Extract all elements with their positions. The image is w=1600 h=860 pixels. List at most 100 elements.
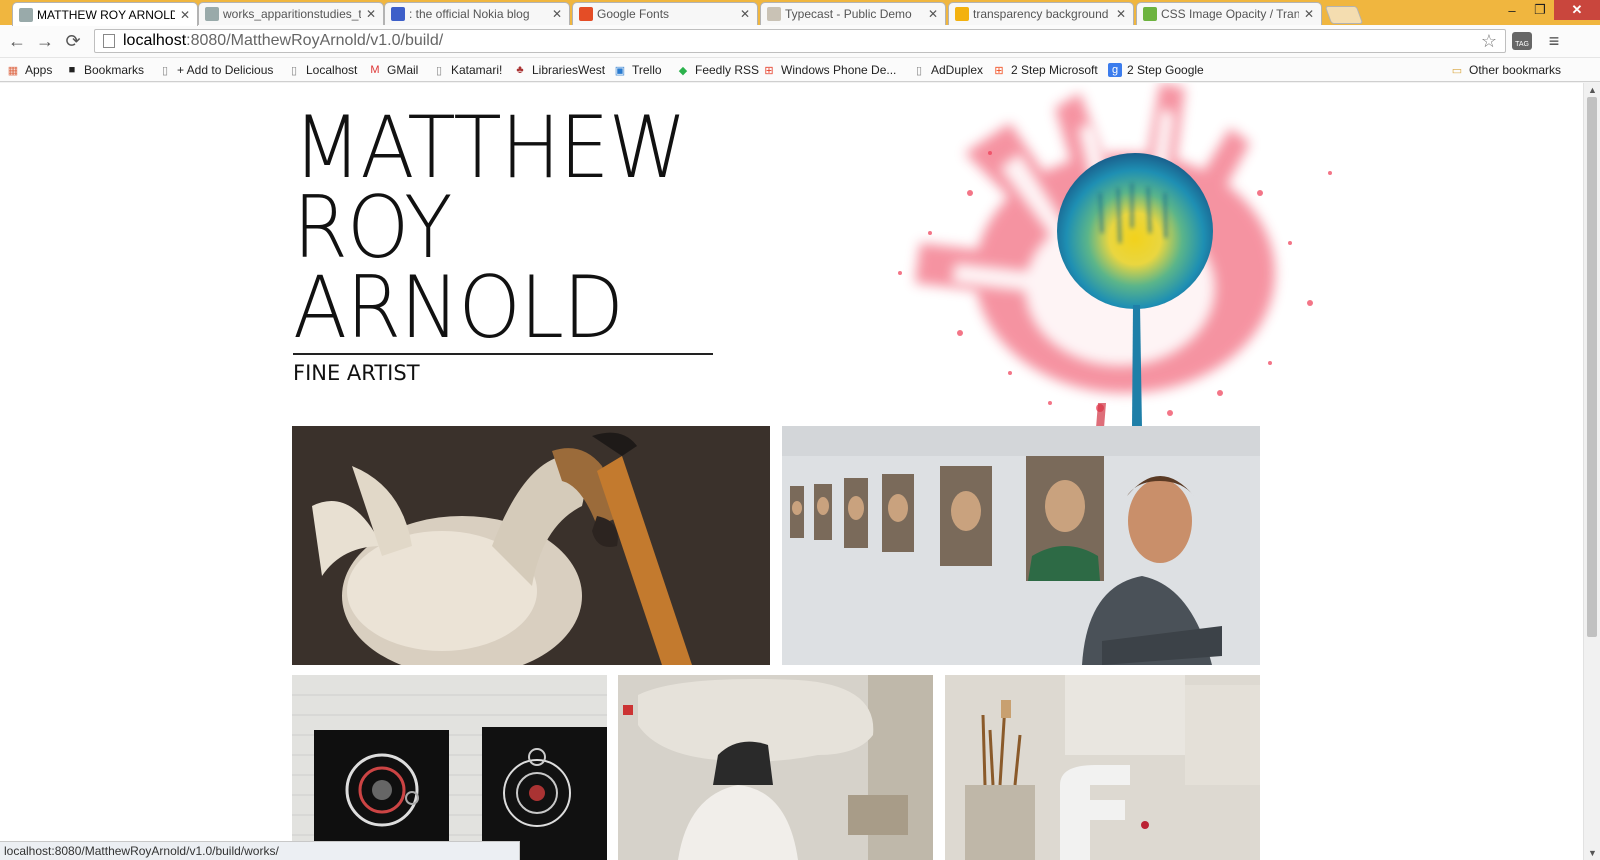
typecast-icon [767,7,781,21]
back-button[interactable]: ← [6,30,28,52]
bookmark-label: Trello [632,63,662,77]
bookmark-label: + Add to Delicious [177,63,274,77]
scroll-down-arrow-icon[interactable]: ▼ [1588,848,1597,858]
browser-toolbar: ← → ⟳ localhost:8080/MatthewRoyArnold/v1… [0,25,1600,58]
w3schools-icon [1143,7,1157,21]
bookmark-label: Windows Phone De... [781,63,897,77]
tab-close-icon[interactable]: ✕ [739,7,751,21]
new-tab-button[interactable] [1324,6,1364,24]
tab-title: : the official Nokia blog [409,7,530,21]
forward-button[interactable]: → [34,30,56,52]
plaster-cast-image[interactable] [618,675,933,860]
bookmark-label: Bookmarks [84,63,145,77]
bookmark-label: GMail [387,63,419,77]
browser-tab[interactable]: : the official Nokia blog ✕ [384,2,570,25]
bookmark-item[interactable]: ▯ Localhost [287,61,357,79]
bookmark-item[interactable]: M GMail [368,61,418,79]
browser-tab[interactable]: MATTHEW ROY ARNOLD ✕ [12,2,198,26]
tag-extension-icon[interactable]: TAG [1512,32,1532,50]
bookmark-label: Katamari! [451,63,503,77]
reload-button[interactable]: ⟳ [62,30,84,52]
bookmark-label: LibrariesWest [532,63,606,77]
bookmark-item[interactable]: ▯ AdDuplex [912,61,983,79]
tab-close-icon[interactable]: ✕ [927,7,939,21]
apps-grid-icon: ▦ [7,64,19,77]
bookmarks-bar: ▦ Apps ■ Bookmarks ▯ + Add to Delicious ▯ Local… [0,58,1600,82]
page-scrollbar[interactable]: ▲ ▼ [1583,83,1600,860]
other-bookmarks-folder[interactable]: ▭ Other bookmarks [1450,61,1561,79]
gmail-icon: M [370,64,380,76]
tab-title: Google Fonts [597,7,670,21]
bookmark-label: AdDuplex [931,63,984,77]
window-close-button[interactable]: ✕ [1554,0,1600,20]
tab-close-icon[interactable]: ✕ [179,8,191,22]
url-host: localhost [123,32,187,49]
bookmark-label: Apps [25,63,53,77]
scrollbar-thumb[interactable] [1587,97,1597,637]
tab-title: MATTHEW ROY ARNOLD [37,7,175,22]
paint-splat-handprint-image [898,83,1332,428]
dodo-sculpture-image[interactable] [292,426,770,665]
tab-title: transparency background [973,7,1109,21]
bookmark-label: 2 Step Microsoft [1011,63,1098,77]
microsoft-icon: ⊞ [994,64,1004,77]
feedly-icon: ◆ [678,64,688,77]
page-icon: ▯ [161,64,169,77]
tab-close-icon[interactable]: ✕ [1303,7,1315,21]
tab-close-icon[interactable]: ✕ [551,7,563,21]
tab-title: Typecast - Public Demo [785,7,912,21]
chrome-menu-icon[interactable]: ≡ [1544,30,1564,52]
trello-icon: ▣ [614,64,626,77]
folder-icon: ▭ [1451,64,1463,77]
page-icon: ▯ [435,64,443,77]
artist-name-line-3: ARNOLD [293,258,624,358]
circle-prints-image[interactable] [292,675,607,860]
tab-close-icon[interactable]: ✕ [365,7,377,21]
bookmark-label: Localhost [306,63,358,77]
libraries-west-icon: ♣ [516,64,524,76]
tab-title: CSS Image Opacity / Tran [1161,7,1299,21]
link-status-bar: localhost:8080/MatthewRoyArnold/v1.0/bui… [0,841,520,860]
browser-tab[interactable]: Google Fonts ✕ [572,2,758,25]
bing-icon [955,7,969,21]
bookmark-item[interactable]: g 2 Step Google [1108,61,1204,79]
address-bar[interactable]: localhost:8080/MatthewRoyArnold/v1.0/bui… [94,29,1506,53]
google-fonts-icon [579,7,593,21]
tab-close-icon[interactable]: ✕ [1115,7,1127,21]
other-bookmarks-label: Other bookmarks [1469,63,1562,77]
browser-tab[interactable]: CSS Image Opacity / Tran ✕ [1136,2,1322,25]
bookmark-item[interactable]: ▦ Apps [6,61,53,79]
minimize-button[interactable]: – [1498,0,1526,20]
bookmark-label: Feedly RSS [695,63,760,77]
artist-portrait-gallery-image[interactable] [782,426,1260,665]
page-icon [103,34,115,48]
page-icon: ▯ [915,64,923,77]
bookmark-label: 2 Step Google [1127,63,1204,77]
nokia-icon [391,7,405,21]
browser-tab[interactable]: Typecast - Public Demo ✕ [760,2,946,25]
page-icon [205,7,219,21]
url-path: :8080/MatthewRoyArnold/v1.0/build/ [186,32,444,49]
bookmark-item[interactable]: ■ Bookmarks [65,61,144,79]
tab-title: works_apparitionstudies_t [223,7,361,21]
bookmark-item[interactable]: ▯ + Add to Delicious [158,61,273,79]
studio-brushes-image[interactable] [945,675,1260,860]
page-viewport: MATTHEW ROY ARNOLD FINE ARTIST localhost… [0,83,1583,860]
browser-tab[interactable]: transparency background ✕ [948,2,1134,25]
bookmark-item[interactable]: ◆ Feedly RSS [676,61,759,79]
google-icon: g [1108,63,1122,77]
scroll-up-arrow-icon[interactable]: ▲ [1588,85,1597,95]
page-icon [19,7,33,22]
bookmark-item[interactable]: ▯ Katamari! [432,61,502,79]
browser-tab[interactable]: works_apparitionstudies_t ✕ [198,2,384,25]
bookmark-item[interactable]: ⊞ Windows Phone De... [762,61,896,79]
delicious-icon: ■ [68,64,76,76]
restore-button[interactable]: ❐ [1526,0,1554,20]
artist-subtitle: FINE ARTIST [293,361,420,385]
bookmark-star-icon[interactable]: ☆ [1481,31,1497,52]
bookmark-item[interactable]: ▣ Trello [613,61,662,79]
windows-icon: ⊞ [764,64,774,77]
bookmark-item[interactable]: ♣ LibrariesWest [513,61,605,79]
title-divider [293,353,713,355]
bookmark-item[interactable]: ⊞ 2 Step Microsoft [992,61,1098,79]
